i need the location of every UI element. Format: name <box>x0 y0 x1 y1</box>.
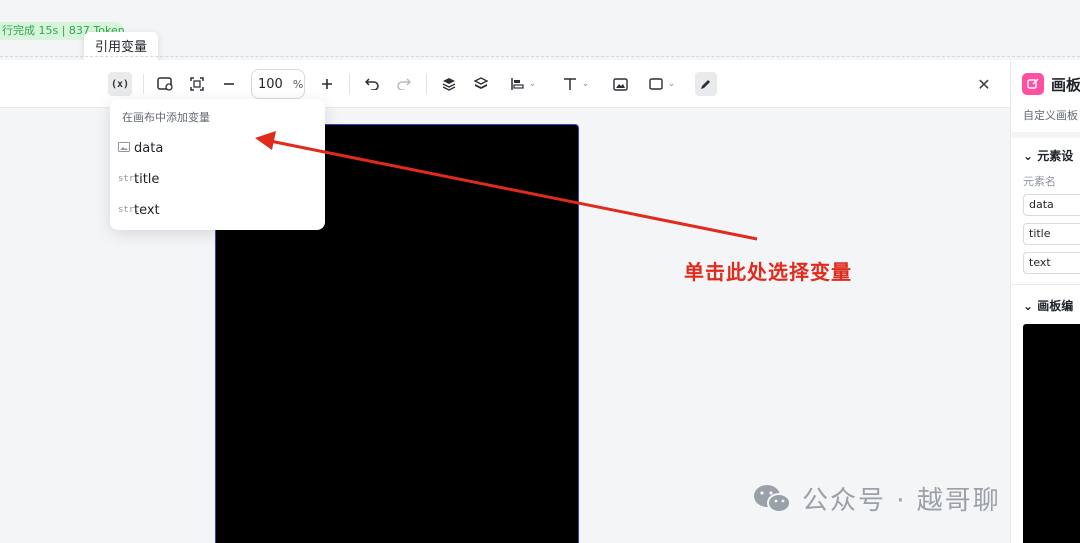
variable-icon[interactable]: (x) <box>108 72 132 96</box>
dropdown-heading: 在画布中添加变量 <box>122 111 210 124</box>
dropdown-item-text[interactable]: str. text <box>118 199 160 221</box>
chevron-down-icon: ⌄ <box>667 79 676 89</box>
canvas-size-icon[interactable] <box>156 72 174 96</box>
dropdown-item-data[interactable]: data <box>118 137 163 159</box>
dropdown-item-title[interactable]: str. title <box>118 168 159 190</box>
zoom-out-icon[interactable] <box>220 72 238 96</box>
pen-icon[interactable] <box>695 72 717 96</box>
fit-screen-icon[interactable] <box>188 72 206 96</box>
chevron-down-icon: ⌄ <box>1023 149 1034 163</box>
zoom-input[interactable]: 100% <box>251 69 305 99</box>
variable-dropdown: 在画布中添加变量 data str. title str. text <box>110 99 325 230</box>
panel-divider <box>1011 132 1080 138</box>
panel-divider <box>1011 284 1080 285</box>
panel-title: 画板 <box>1051 76 1080 94</box>
watermark: 公众号 · 越哥聊 <box>752 480 1001 517</box>
properties-panel: 画板 自定义画板 ⌄ 元素设 元素名 data title text ⌄ 画板编 <box>1010 60 1080 543</box>
divider-dotted <box>0 56 1080 57</box>
section-elements-header[interactable]: ⌄ 元素设 <box>1023 147 1073 164</box>
chevron-down-icon: ⌄ <box>581 79 590 89</box>
close-icon[interactable]: ✕ <box>974 72 994 96</box>
element-field-data[interactable]: data <box>1023 194 1080 216</box>
element-field-text[interactable]: text <box>1023 252 1080 274</box>
shape-icon[interactable]: ⌄ <box>645 72 679 96</box>
section-canvas-header[interactable]: ⌄ 画板编 <box>1023 297 1073 314</box>
toolbar-divider <box>143 74 144 94</box>
image-icon <box>118 141 134 155</box>
panel-description: 自定义画板 <box>1023 109 1078 122</box>
wechat-icon <box>754 484 791 513</box>
undo-icon[interactable] <box>363 72 381 96</box>
chevron-down-icon: ⌄ <box>528 79 537 89</box>
string-type-tag: str. <box>118 205 140 215</box>
text-icon[interactable]: ⌄ <box>558 72 594 96</box>
top-strip <box>0 0 1080 50</box>
element-name-label: 元素名 <box>1023 175 1056 188</box>
element-field-title[interactable]: title <box>1023 223 1080 245</box>
dropdown-item-label: data <box>134 140 164 156</box>
toolbar-divider <box>349 74 350 94</box>
annotation-text: 单击此处选择变量 <box>684 260 852 284</box>
canvas-preview <box>1023 324 1080 543</box>
layer-up-icon[interactable] <box>440 72 458 96</box>
string-type-tag: str. <box>118 174 140 184</box>
align-icon[interactable]: ⌄ <box>505 72 541 96</box>
redo-icon[interactable] <box>395 72 413 96</box>
zoom-in-icon[interactable] <box>318 72 336 96</box>
layer-down-icon[interactable] <box>472 72 490 96</box>
canvas-edit-icon <box>1022 73 1044 95</box>
dropdown-item-label: title <box>134 171 160 187</box>
toolbar-divider <box>426 74 427 94</box>
dropdown-item-label: text <box>134 202 160 218</box>
image-icon[interactable] <box>611 72 629 96</box>
chevron-down-icon: ⌄ <box>1023 299 1034 313</box>
